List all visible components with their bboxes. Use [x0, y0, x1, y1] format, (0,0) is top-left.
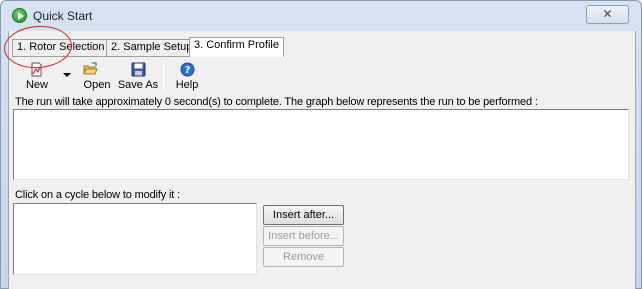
- insert-after-button[interactable]: Insert after...: [263, 205, 344, 225]
- new-button-label: New: [25, 79, 48, 91]
- close-icon: ✕: [602, 7, 613, 21]
- tab-sample-setup[interactable]: 2. Sample Setup: [106, 39, 198, 56]
- dialog-client-area: 1. Rotor Selection 2. Sample Setup 3. Co…: [8, 31, 636, 289]
- open-folder-icon: [83, 62, 98, 75]
- title-bar[interactable]: Quick Start ✕: [1, 1, 641, 31]
- tab-confirm-profile[interactable]: 3. Confirm Profile: [189, 37, 284, 57]
- help-icon: ?: [180, 62, 195, 77]
- save-disk-icon: [131, 62, 146, 77]
- window-title: Quick Start: [33, 9, 93, 23]
- remove-button[interactable]: Remove: [263, 247, 344, 267]
- quick-start-window: Quick Start ✕ 1. Rotor Selection 2. Samp…: [0, 0, 642, 289]
- run-graph-area[interactable]: [13, 109, 629, 180]
- open-button-label: Open: [83, 79, 111, 91]
- toolbar: New Open Save As ? Help: [9, 58, 637, 96]
- cycle-list[interactable]: [13, 203, 257, 275]
- new-dropdown-arrow[interactable]: [63, 73, 71, 77]
- cycle-list-label: Click on a cycle below to modify it :: [15, 189, 181, 201]
- help-button[interactable]: ? Help: [170, 58, 204, 96]
- run-duration-text: The run will take approximately 0 second…: [15, 96, 538, 108]
- quick-start-icon: [12, 8, 27, 23]
- save-as-button-label: Save As: [117, 79, 159, 91]
- open-button[interactable]: Open: [76, 58, 118, 96]
- insert-before-button[interactable]: Insert before...: [263, 226, 344, 246]
- close-button[interactable]: ✕: [586, 5, 629, 24]
- save-as-button[interactable]: Save As: [116, 58, 160, 96]
- help-button-label: Help: [175, 79, 199, 91]
- toolbar-separator: [163, 61, 164, 92]
- svg-text:?: ?: [185, 65, 191, 76]
